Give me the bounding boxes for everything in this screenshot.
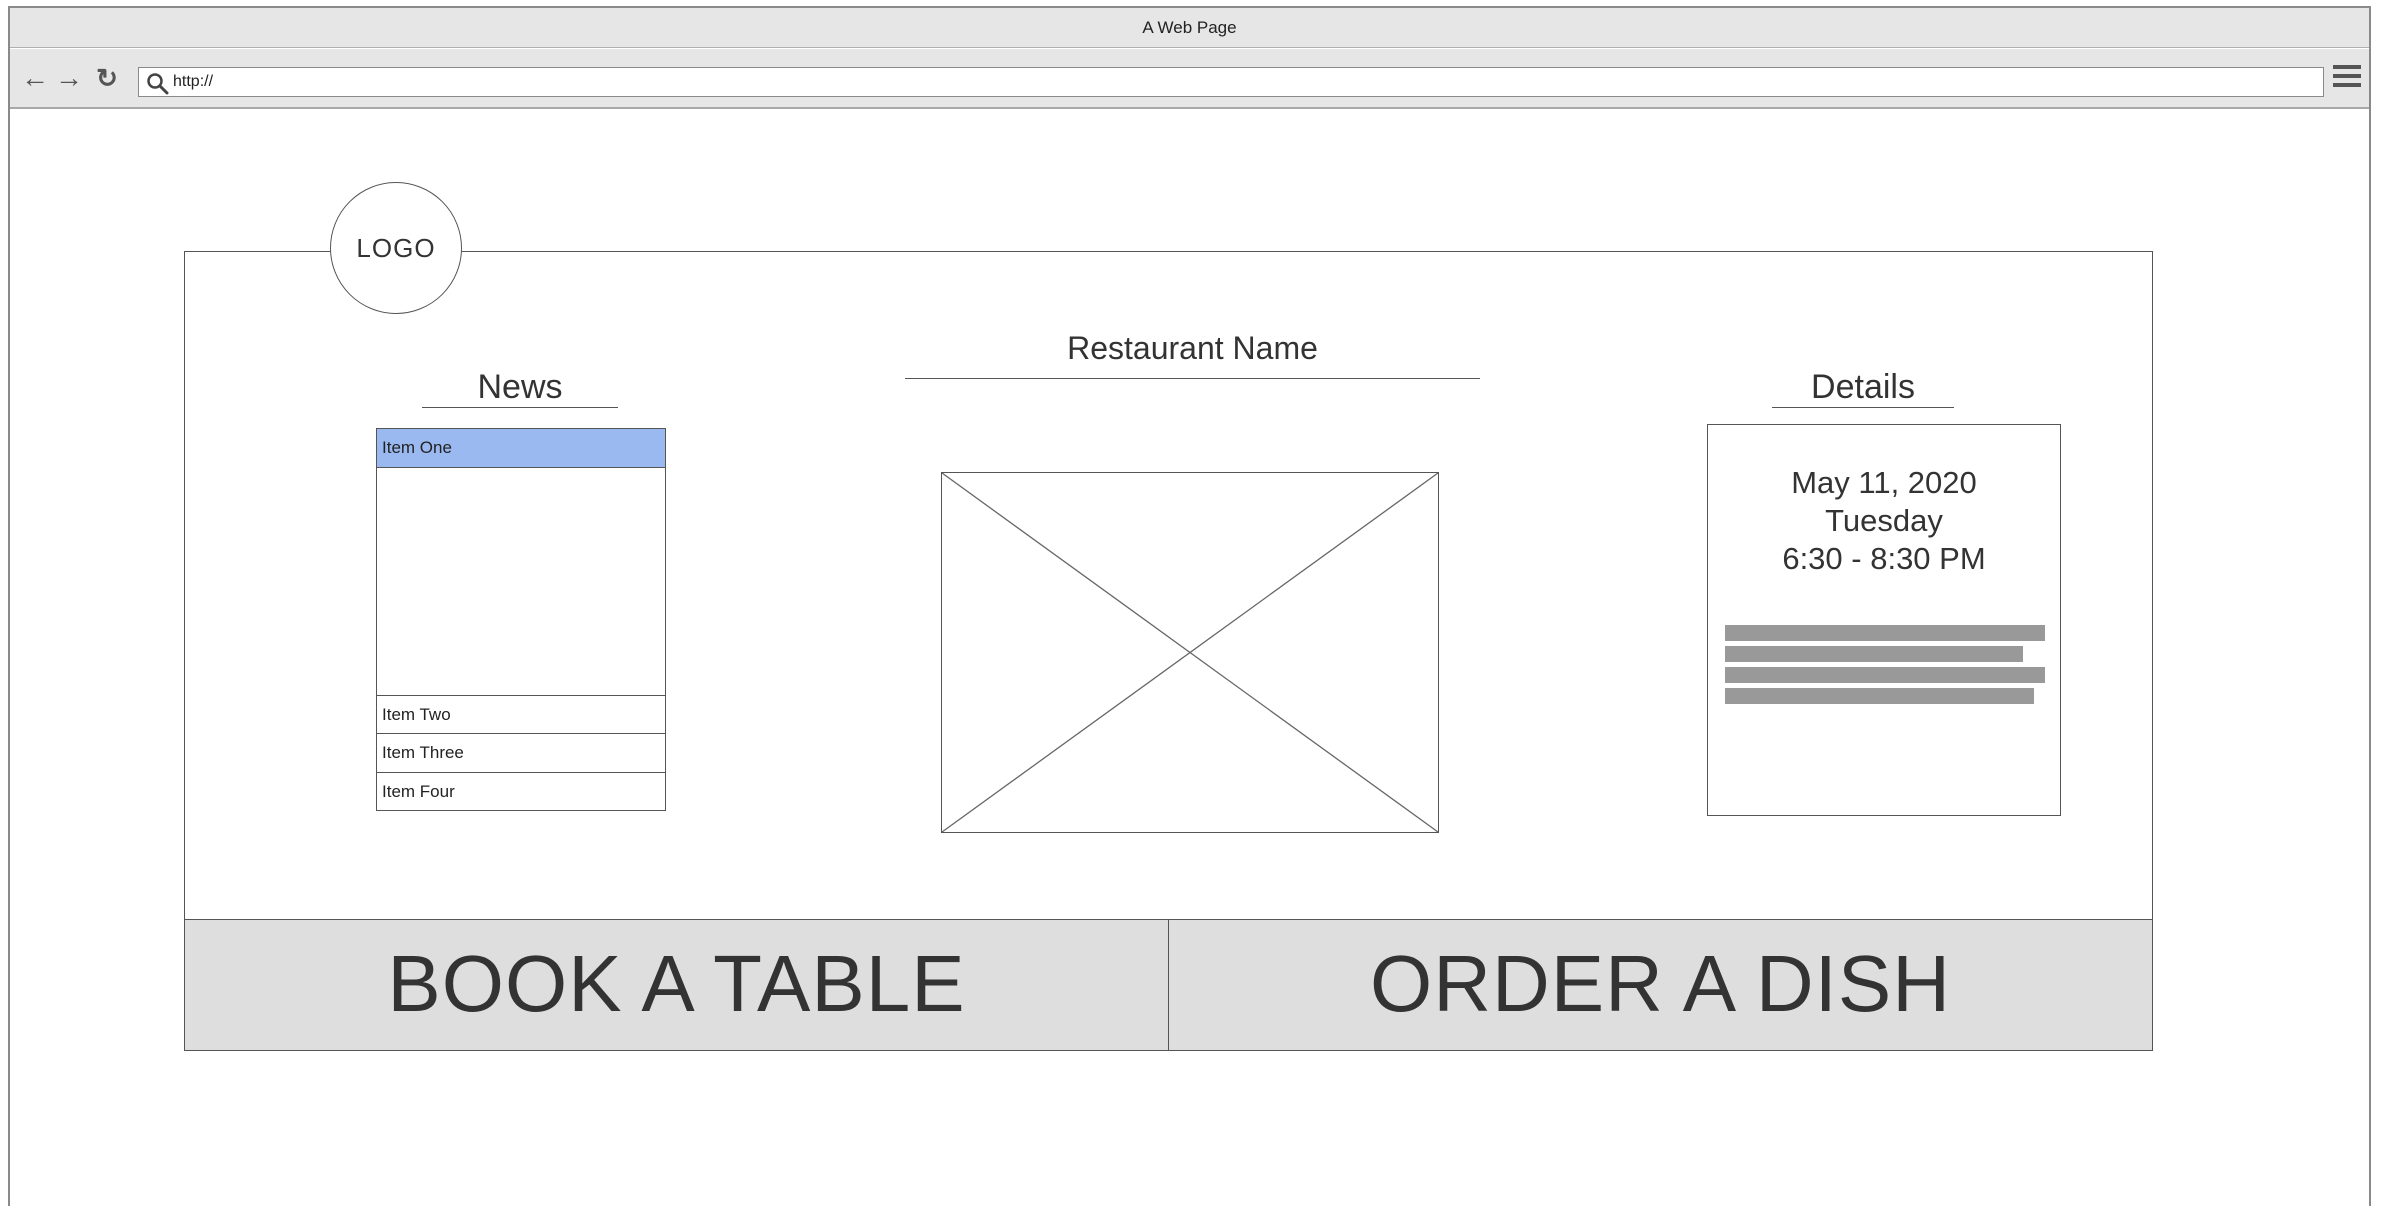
book-a-table-button[interactable]: BOOK A TABLE <box>184 919 1169 1051</box>
browser-toolbar: ← → ↻ http:// <box>10 49 2369 109</box>
event-time: 6:30 - 8:30 PM <box>1782 541 1986 576</box>
details-heading: Details <box>1811 368 1915 406</box>
list-item[interactable]: Item One <box>377 429 665 468</box>
list-item[interactable]: Item Four <box>377 773 665 812</box>
search-icon <box>147 73 169 95</box>
placeholder-text-line <box>1725 688 2034 704</box>
placeholder-text-line <box>1725 667 2045 683</box>
placeholder-text-line <box>1725 646 2023 662</box>
placeholder-text-line <box>1725 625 2045 641</box>
address-bar[interactable]: http:// <box>138 67 2324 97</box>
event-date: May 11, 2020 <box>1791 465 1977 500</box>
news-heading: News <box>477 368 563 406</box>
details-panel: May 11, 2020 Tuesday 6:30 - 8:30 PM <box>1707 424 2061 816</box>
back-arrow-icon[interactable]: ← <box>20 63 50 93</box>
hamburger-menu-icon[interactable] <box>2333 65 2361 93</box>
logo[interactable]: LOGO <box>330 182 462 314</box>
list-item[interactable]: Item Two <box>377 695 665 734</box>
image-placeholder <box>941 472 1439 833</box>
forward-arrow-icon[interactable]: → <box>54 63 84 93</box>
news-list[interactable]: Item One Item Two Item Three Item Four <box>376 428 666 811</box>
details-heading-underline <box>1772 407 1954 408</box>
event-day: Tuesday <box>1825 503 1943 538</box>
restaurant-name: Restaurant Name <box>1067 330 1318 366</box>
list-item[interactable]: Item Three <box>377 734 665 773</box>
order-a-dish-button[interactable]: ORDER A DISH <box>1168 919 2153 1051</box>
window-title: A Web Page <box>10 8 2369 48</box>
news-heading-underline <box>422 407 618 408</box>
restaurant-name-underline <box>905 378 1480 379</box>
reload-icon[interactable]: ↻ <box>92 63 122 93</box>
url-text: http:// <box>173 73 214 90</box>
